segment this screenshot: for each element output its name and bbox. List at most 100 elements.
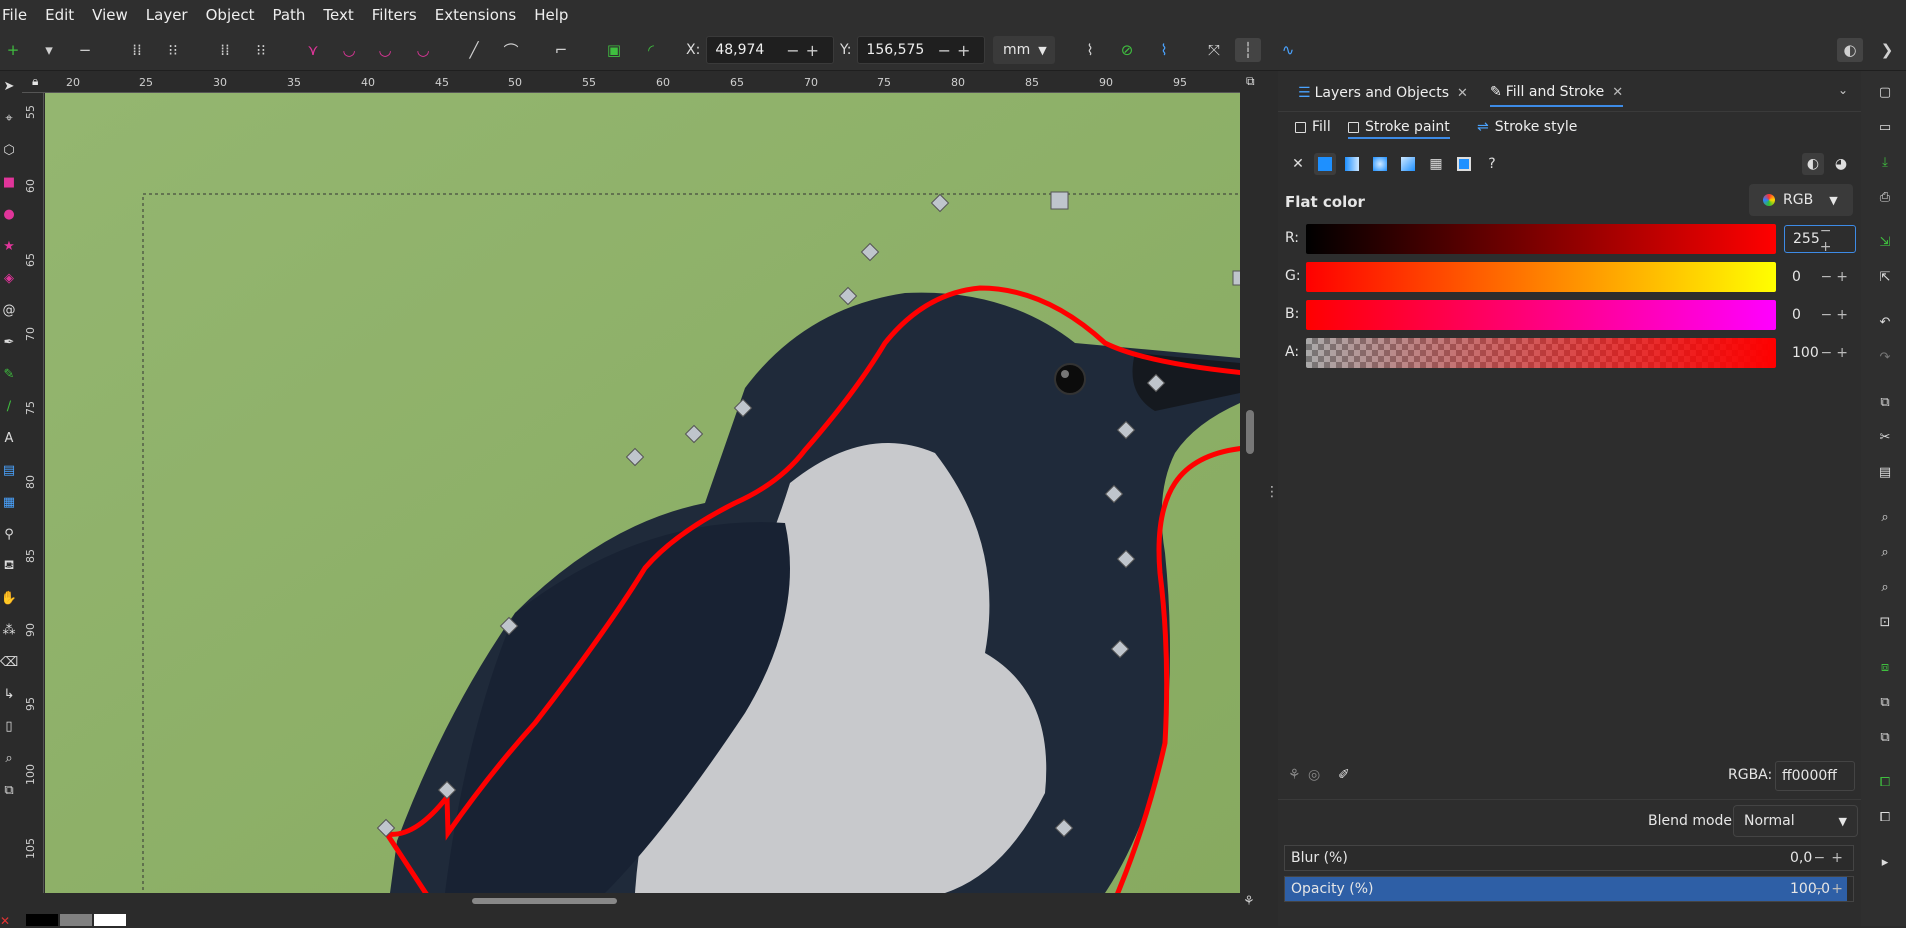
menu-object[interactable]: Object — [197, 6, 264, 24]
open-file-icon[interactable]: ▭ — [1876, 118, 1894, 136]
stepper-icon[interactable]: −+ — [1821, 345, 1852, 361]
box3d-tool-icon[interactable]: ◈ — [0, 269, 18, 287]
no-paint-icon[interactable]: ✕ — [1287, 153, 1309, 175]
menu-file[interactable]: File — [0, 6, 36, 24]
zoom-drawing-icon[interactable]: ⌕ — [1876, 543, 1894, 561]
color-managed-icon[interactable]: ⚘ — [1288, 767, 1301, 783]
close-icon[interactable]: ✕ — [1457, 86, 1468, 101]
tab-layers-and-objects[interactable]: ☰ Layers and Objects ✕ — [1298, 79, 1468, 107]
selector-tool-icon[interactable]: ➤ — [0, 77, 18, 95]
color-mode-select[interactable]: RGB ▼ — [1749, 184, 1853, 216]
gradient-tool-icon[interactable]: ▤ — [0, 461, 18, 479]
pen-tool-icon[interactable]: ✒ — [0, 333, 18, 351]
opacity-slider[interactable]: Opacity (%) 100,0 −+ — [1284, 876, 1854, 902]
zoom-page-icon[interactable]: ⌕ — [1876, 578, 1894, 596]
delete-node-icon[interactable]: − — [72, 38, 98, 62]
copy-icon[interactable]: ⧉ — [1876, 393, 1894, 411]
insert-dropdown-icon[interactable]: ▾ — [36, 38, 62, 62]
connector-tool-icon[interactable]: ↳ — [0, 685, 18, 703]
path-node[interactable] — [1232, 270, 1240, 286]
subtab-fill[interactable]: Fill — [1295, 119, 1331, 135]
green-slider[interactable] — [1306, 262, 1776, 292]
snap-options-icon[interactable]: ❯ — [1874, 38, 1900, 62]
menu-extensions[interactable]: Extensions — [426, 6, 525, 24]
spray-tool-icon[interactable]: ⁂ — [0, 621, 18, 639]
pages-tool-icon[interactable]: ▯ — [0, 717, 18, 735]
print-icon[interactable]: ⎙ — [1876, 188, 1894, 206]
line-segment-icon[interactable]: ╱ — [461, 38, 487, 62]
undo-icon[interactable]: ↶ — [1876, 313, 1894, 331]
transform-handles-icon[interactable]: ⤧ — [1201, 38, 1227, 62]
no-paint-swatch-icon[interactable]: ✕ — [0, 914, 22, 928]
insert-node-icon[interactable]: + — [0, 38, 26, 62]
red-slider[interactable] — [1306, 224, 1776, 254]
zoom-center-icon[interactable]: ⊡ — [1876, 613, 1894, 631]
ungroup-icon[interactable]: ⧠ — [1876, 808, 1894, 826]
auto-smooth-node-icon[interactable]: ◡ — [410, 38, 436, 62]
calligraphy-tool-icon[interactable]: ∕ — [0, 397, 18, 415]
menu-filters[interactable]: Filters — [363, 6, 426, 24]
paste-icon[interactable]: ▤ — [1876, 463, 1894, 481]
horizontal-scrollbar[interactable] — [472, 898, 617, 904]
fill-rule-evenodd-icon[interactable]: ◐ — [1802, 153, 1824, 175]
color-picker-icon[interactable]: ✐ — [1338, 767, 1350, 783]
x-input[interactable]: 48,974 −+ — [706, 36, 834, 64]
import-icon[interactable]: ⇲ — [1876, 233, 1894, 251]
lock-guides-icon[interactable]: 🔒︎ — [32, 74, 38, 89]
unit-select[interactable]: mm ▼ — [993, 36, 1055, 64]
pencil-tool-icon[interactable]: ✎ — [0, 365, 18, 383]
zoom-selection-icon[interactable]: ⌕ — [1876, 508, 1894, 526]
stepper-icon[interactable]: −+ — [1814, 850, 1849, 866]
chevron-down-icon[interactable]: ⌄ — [1838, 83, 1848, 97]
flat-color-icon[interactable] — [1314, 153, 1336, 175]
symmetric-node-icon[interactable]: ◡ — [372, 38, 398, 62]
white-swatch[interactable] — [94, 914, 126, 926]
stepper-icon[interactable]: −+ — [1821, 269, 1852, 285]
curve-segment-icon[interactable]: ⌒ — [498, 38, 524, 62]
y-input[interactable]: 156,575 −+ — [857, 36, 986, 64]
menu-view[interactable]: View — [83, 6, 137, 24]
stepper-icon[interactable]: −+ — [1814, 881, 1849, 897]
gray-swatch[interactable] — [60, 914, 92, 926]
show-clip-icon[interactable]: ⊘ — [1114, 38, 1140, 62]
menu-text[interactable]: Text — [314, 6, 362, 24]
menu-path[interactable]: Path — [263, 6, 314, 24]
join-segment-icon[interactable]: ⁞⁞ — [212, 38, 238, 62]
black-swatch[interactable] — [26, 914, 58, 926]
duplicate-icon[interactable]: ⧈ — [1876, 658, 1894, 676]
vertical-scrollbar[interactable] — [1246, 410, 1254, 454]
snap-toggle-icon[interactable]: ◐ — [1837, 38, 1863, 62]
mesh-gradient-icon[interactable] — [1397, 153, 1419, 175]
rectangle-tool-icon[interactable]: ■ — [0, 173, 18, 191]
drawing-canvas[interactable] — [45, 93, 1240, 893]
add-corner-icon[interactable]: ⌐ — [548, 38, 574, 62]
delete-segment-icon[interactable]: ⁝⁝ — [248, 38, 274, 62]
shape-builder-icon[interactable]: ⬡ — [0, 141, 18, 159]
tweak-tool-icon[interactable]: ✋ — [0, 589, 18, 607]
blur-slider[interactable]: Blur (%) 0,0 −+ — [1284, 845, 1854, 871]
show-mask-icon[interactable]: ⌇ — [1151, 38, 1177, 62]
subtab-stroke-style[interactable]: ⇌ Stroke style — [1477, 119, 1577, 135]
pattern-icon[interactable]: ▦ — [1425, 153, 1447, 175]
tab-fill-and-stroke[interactable]: ✎ Fill and Stroke ✕ — [1490, 79, 1624, 107]
stepper-icon[interactable]: −+ — [1820, 223, 1851, 255]
subtab-stroke-paint[interactable]: Stroke paint — [1348, 119, 1450, 139]
blue-slider[interactable] — [1306, 300, 1776, 330]
expand-commands-icon[interactable]: ▸ — [1876, 853, 1894, 871]
clone-icon[interactable]: ⧉ — [1876, 693, 1894, 711]
star-tool-icon[interactable]: ★ — [0, 237, 18, 255]
swatch-icon[interactable] — [1453, 153, 1475, 175]
smooth-node-icon[interactable]: ◡ — [336, 38, 362, 62]
unlink-clone-icon[interactable]: ⧉ — [1876, 728, 1894, 746]
green-value-input[interactable]: 0 −+ — [1784, 263, 1856, 291]
eraser-tool-icon[interactable]: ⌫ — [0, 653, 18, 671]
alpha-value-input[interactable]: 100 −+ — [1784, 339, 1856, 367]
join-nodes-icon[interactable]: ⁞⁞ — [124, 38, 150, 62]
blend-mode-select[interactable]: Normal ▼ — [1733, 805, 1858, 837]
zoom-tool-icon[interactable]: ⌕ — [0, 749, 18, 767]
paint-bucket-icon[interactable]: ⛾ — [0, 557, 18, 575]
close-icon[interactable]: ✕ — [1612, 85, 1623, 100]
dropper-tool-icon[interactable]: ⚲ — [0, 525, 18, 543]
save-icon[interactable]: ⤓ — [1876, 153, 1894, 171]
show-nodes-icon[interactable]: ┆ — [1235, 38, 1261, 62]
